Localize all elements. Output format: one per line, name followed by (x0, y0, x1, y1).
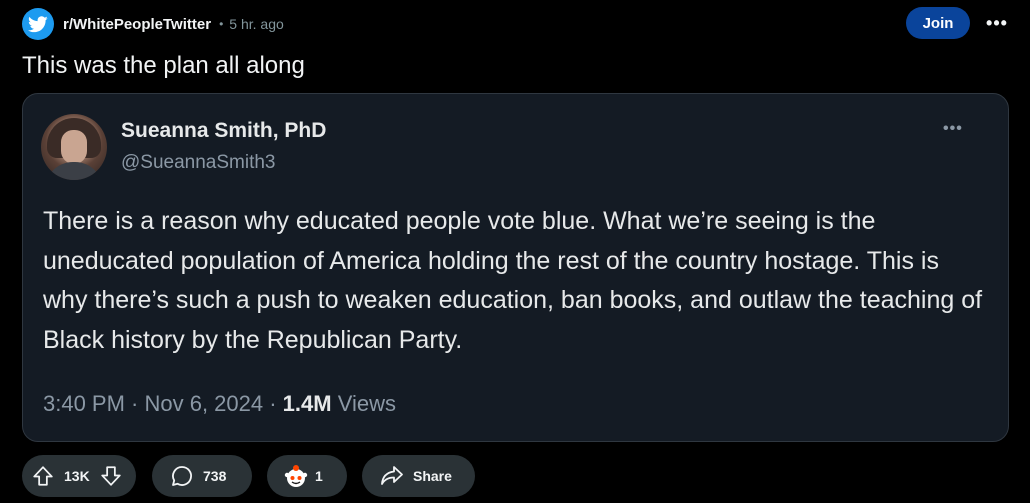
twitter-bird-icon (28, 15, 48, 32)
post-header: r/WhitePeopleTwitter • 5 hr. ago Join ••… (22, 7, 1012, 41)
upvote-icon[interactable] (32, 465, 54, 487)
tweet-more-icon: ••• (943, 120, 963, 137)
tweet-timestamp: 3:40 PM · Nov 6, 2024 · (43, 391, 283, 416)
share-icon (380, 465, 404, 487)
subreddit-avatar[interactable] (22, 8, 54, 40)
tweet-meta: 3:40 PM · Nov 6, 2024 · 1.4M Views (43, 391, 396, 417)
comment-count: 738 (203, 468, 227, 484)
tweet-author-name: Sueanna Smith, PhD (121, 119, 327, 142)
award-icon (283, 463, 309, 489)
tweet-text: There is a reason why educated people vo… (43, 207, 983, 354)
share-label: Share (413, 468, 452, 484)
vote-control: 13K (22, 455, 136, 497)
tweet-author-handle: @SueannaSmith3 (121, 152, 276, 173)
comment-icon (170, 464, 194, 488)
more-options-icon[interactable]: ••• (980, 7, 1014, 39)
vote-count: 13K (64, 468, 90, 484)
award-count: 1 (315, 468, 323, 484)
tweet-author-avatar (41, 114, 107, 180)
join-button[interactable]: Join (906, 7, 970, 39)
post-time: 5 hr. ago (229, 16, 284, 32)
post-title[interactable]: This was the plan all along (22, 52, 305, 80)
tweet-views-count: 1.4M (282, 391, 332, 416)
tweet-views-label: Views (331, 391, 396, 416)
tweet-embed[interactable]: Sueanna Smith, PhD @SueannaSmith3 ••• Th… (22, 93, 1009, 442)
separator-dot: • (219, 17, 224, 31)
subreddit-name[interactable]: r/WhitePeopleTwitter (63, 16, 211, 33)
downvote-icon[interactable] (100, 465, 122, 487)
share-button[interactable]: Share (362, 455, 475, 497)
award-button[interactable]: 1 (267, 455, 347, 497)
comments-button[interactable]: 738 (152, 455, 252, 497)
